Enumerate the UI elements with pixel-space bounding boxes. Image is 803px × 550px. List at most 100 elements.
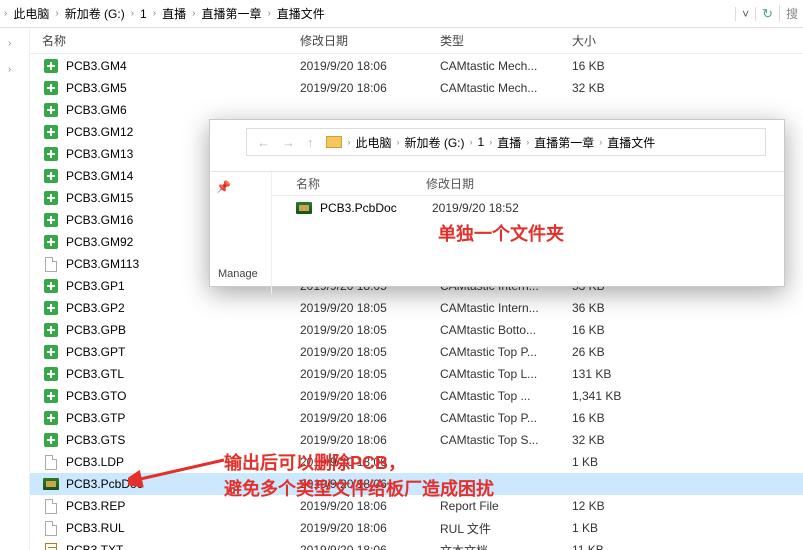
file-type-icon (42, 498, 60, 514)
popup-breadcrumb[interactable]: ← → ↑ › 此电脑 › 新加卷 (G:) › 1 › 直播 › 直播第一章 … (246, 128, 766, 156)
nav-forward-icon[interactable]: → (276, 135, 301, 150)
file-date: 2019/9/20 18:06 (300, 543, 440, 550)
file-type: CAMtastic Botto... (440, 323, 572, 337)
popup-crumb-5[interactable]: 直播文件 (602, 134, 660, 151)
file-name: PCB3.GM5 (66, 81, 300, 95)
refresh-icon[interactable]: ↻ (756, 6, 779, 22)
file-type-icon (42, 322, 60, 338)
file-row[interactable]: PCB3.GTO2019/9/20 18:06CAMtastic Top ...… (30, 385, 803, 407)
file-name: PCB3.GTP (66, 411, 300, 425)
chevron-right-icon[interactable]: › (8, 64, 11, 75)
chevron-right-icon[interactable]: › (8, 38, 11, 49)
file-size: 16 KB (572, 323, 652, 337)
file-type-icon (42, 168, 60, 184)
file-size: 26 KB (572, 345, 652, 359)
popup-columns[interactable]: 名称 修改日期 (272, 172, 784, 196)
file-type: CAMtastic Top P... (440, 411, 572, 425)
crumb-2[interactable]: 1 (134, 7, 153, 21)
file-date: 2019/9/20 18:05 (300, 345, 440, 359)
file-name: PCB3.TXT (66, 543, 300, 550)
file-type-icon (42, 278, 60, 294)
folder-icon (326, 136, 342, 148)
file-type-icon (42, 124, 60, 140)
file-name: PCB3.GM4 (66, 59, 300, 73)
file-type-icon (42, 256, 60, 272)
file-type-icon (42, 234, 60, 250)
crumb-5[interactable]: 直播文件 (271, 5, 331, 22)
file-type-icon (42, 454, 60, 470)
popup-manage: Manage (218, 268, 258, 280)
file-row[interactable]: PCB3.GP22019/9/20 18:05CAMtastic Intern.… (30, 297, 803, 319)
file-row[interactable]: PCB3.GTP2019/9/20 18:06CAMtastic Top P..… (30, 407, 803, 429)
crumb-1[interactable]: 新加卷 (G:) (59, 5, 131, 22)
crumb-4[interactable]: 直播第一章 (195, 5, 267, 22)
file-type-icon (42, 80, 60, 96)
file-type-icon (42, 476, 60, 492)
file-type: CAMtastic Mech... (440, 81, 572, 95)
file-row[interactable]: PCB3.GM52019/9/20 18:06CAMtastic Mech...… (30, 77, 803, 99)
nav-up-icon[interactable]: ↑ (301, 135, 320, 150)
file-type: CAMtastic Top ... (440, 389, 572, 403)
nav-sidebar[interactable]: › › (0, 28, 30, 550)
annotation-line2: 避免多个类型文件给板厂造成困扰 (224, 476, 494, 502)
nav-back-icon[interactable]: ← (251, 135, 276, 150)
file-type-icon (42, 542, 60, 550)
pcb-file-icon (296, 201, 314, 215)
file-date: 2019/9/20 18:06 (300, 521, 440, 535)
file-row[interactable]: PCB3.GPB2019/9/20 18:05CAMtastic Botto..… (30, 319, 803, 341)
popup-col-date[interactable]: 修改日期 (426, 175, 474, 192)
file-name: PCB3.GPB (66, 323, 300, 337)
file-size: 32 KB (572, 433, 652, 447)
crumb-0[interactable]: 此电脑 (7, 5, 55, 22)
annotation-line1: 输出后可以删除PCB， (224, 450, 494, 476)
breadcrumb[interactable]: › 此电脑 › 新加卷 (G:) › 1 › 直播 › 直播第一章 › 直播文件… (0, 0, 803, 28)
file-row[interactable]: PCB3.RUL2019/9/20 18:06RUL 文件1 KB (30, 517, 803, 539)
popup-col-name[interactable]: 名称 (296, 175, 426, 192)
file-type-icon (42, 58, 60, 74)
file-size: 32 KB (572, 81, 652, 95)
file-type-icon (42, 190, 60, 206)
file-row[interactable]: PCB3.TXT2019/9/20 18:06文本文档11 KB (30, 539, 803, 550)
file-row[interactable]: PCB3.GPT2019/9/20 18:05CAMtastic Top P..… (30, 341, 803, 363)
popup-file-row[interactable]: PCB3.PcbDoc 2019/9/20 18:52 (272, 196, 784, 220)
crumb-3[interactable]: 直播 (156, 5, 192, 22)
pin-icon[interactable]: 📌 (216, 180, 265, 194)
popup-crumb-1[interactable]: 新加卷 (G:) (400, 134, 470, 151)
popup-file-name: PCB3.PcbDoc (320, 201, 432, 215)
file-size: 1,341 KB (572, 389, 652, 403)
file-row[interactable]: PCB3.GTL2019/9/20 18:05CAMtastic Top L..… (30, 363, 803, 385)
file-size: 16 KB (572, 59, 652, 73)
file-type: CAMtastic Top P... (440, 345, 572, 359)
annotation-single-folder: 单独一个文件夹 (438, 220, 564, 246)
popup-crumb-0[interactable]: 此电脑 (351, 134, 397, 151)
file-row[interactable]: PCB3.GM42019/9/20 18:06CAMtastic Mech...… (30, 55, 803, 77)
file-size: 131 KB (572, 367, 652, 381)
file-type: RUL 文件 (440, 520, 572, 537)
arrow-icon (128, 446, 228, 490)
file-date: 2019/9/20 18:05 (300, 323, 440, 337)
file-type: 文本文档 (440, 542, 572, 550)
file-row[interactable]: PCB3.GM6 (30, 99, 803, 121)
chevron-down-icon[interactable]: ˅ (735, 7, 756, 21)
file-date: 2019/9/20 18:06 (300, 389, 440, 403)
column-headers[interactable]: 名称 修改日期 类型 大小 (30, 28, 803, 54)
file-type: CAMtastic Intern... (440, 301, 572, 315)
file-name: PCB3.GTS (66, 433, 300, 447)
file-size: 1 KB (572, 455, 652, 469)
file-type-icon (42, 388, 60, 404)
popup-crumb-4[interactable]: 直播第一章 (529, 134, 599, 151)
file-size: 16 KB (572, 411, 652, 425)
file-date: 2019/9/20 18:06 (300, 411, 440, 425)
file-size: 12 KB (572, 499, 652, 513)
file-name: PCB3.GM6 (66, 103, 300, 117)
col-date[interactable]: 修改日期 (300, 32, 440, 49)
popup-crumb-3[interactable]: 直播 (492, 134, 526, 151)
search-input[interactable]: 搜 (779, 5, 799, 22)
col-type[interactable]: 类型 (440, 32, 572, 49)
popup-header: ← → ↑ › 此电脑 › 新加卷 (G:) › 1 › 直播 › 直播第一章 … (210, 128, 784, 172)
file-type: CAMtastic Top S... (440, 433, 572, 447)
col-size[interactable]: 大小 (572, 32, 652, 49)
popup-crumb-2[interactable]: 1 (473, 135, 490, 149)
col-name[interactable]: 名称 (42, 32, 300, 49)
file-type: CAMtastic Top L... (440, 367, 572, 381)
